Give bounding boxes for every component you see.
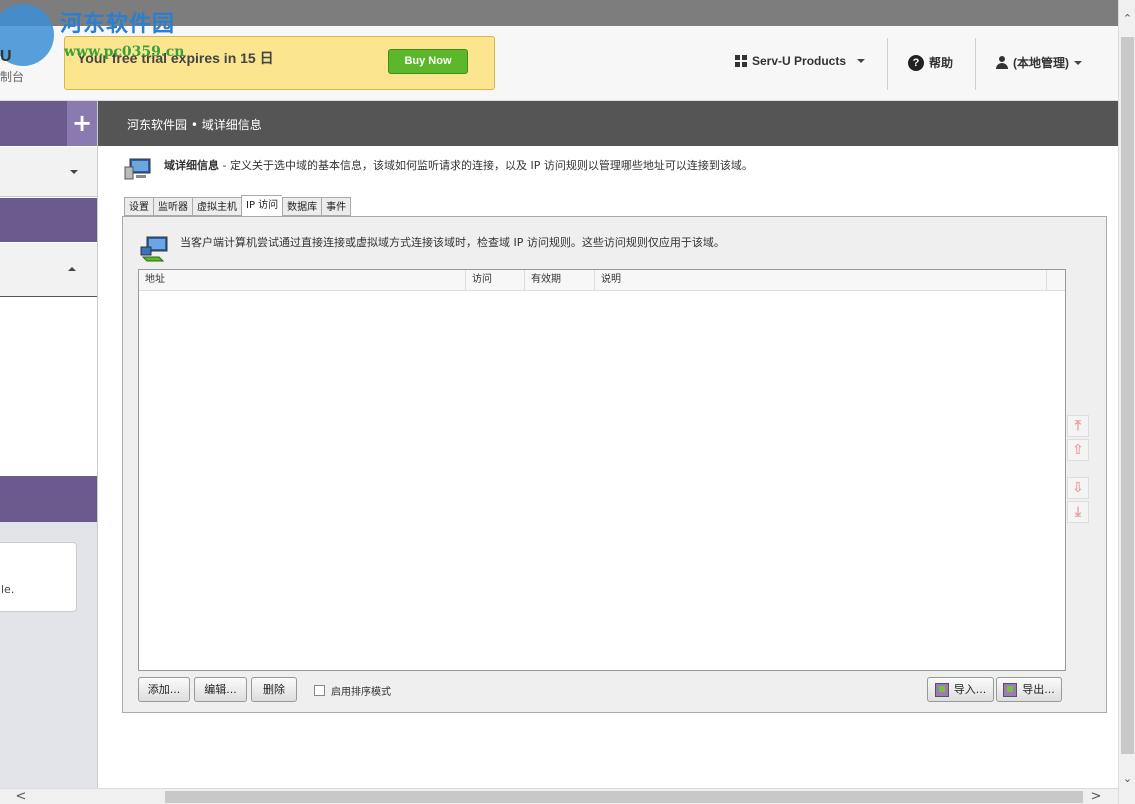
serv-u-products-menu[interactable]: Serv-U Products	[735, 54, 866, 68]
chevron-down-icon	[1074, 60, 1082, 65]
import-button[interactable]: 导入...	[927, 677, 994, 702]
move-down-button[interactable]: ⇩	[1067, 477, 1089, 499]
watermark-title: 河东软件园	[60, 11, 176, 37]
tab-settings[interactable]: 设置	[124, 197, 153, 216]
watermark-url: www.pc0359.cn	[64, 44, 185, 60]
ip-access-panel: 当客户端计算机尝试通过直接连接或虚拟域方式连接该域时，检查域 IP 访问规则。这…	[122, 216, 1107, 713]
horizontal-scroll-thumb[interactable]	[165, 791, 1083, 803]
sidebar-section-header[interactable]	[0, 198, 97, 242]
sort-mode-label: 启用排序模式	[331, 687, 391, 698]
sort-mode-checkbox[interactable]	[314, 685, 325, 696]
export-label: 导出...	[1022, 683, 1055, 696]
logo-letter: U	[0, 48, 12, 65]
import-label: 导入...	[953, 683, 987, 696]
grid-icon	[735, 55, 747, 67]
scroll-right-icon[interactable]: >	[1089, 789, 1103, 804]
export-icon	[1003, 683, 1018, 697]
help-icon: ?	[908, 54, 924, 71]
page-title-bar: 河东软件园 • 域详细信息	[98, 101, 1118, 146]
user-label: (本地管理)	[1013, 56, 1069, 70]
sidebar: + le.	[0, 101, 98, 788]
products-label: Serv-U Products	[752, 54, 847, 68]
header-divider	[887, 38, 888, 90]
scroll-left-icon[interactable]: <	[14, 789, 28, 804]
tab-listeners[interactable]: 监听器	[153, 197, 192, 216]
sidebar-card: le.	[0, 542, 77, 612]
tab-ip-access[interactable]: IP 访问	[241, 195, 283, 217]
add-icon[interactable]: +	[67, 101, 97, 146]
import-icon	[934, 683, 949, 697]
add-button[interactable]: 添加...	[138, 677, 190, 702]
help-menu[interactable]: ? 帮助	[908, 54, 953, 71]
header-divider	[975, 38, 976, 90]
domain-icon	[124, 158, 151, 180]
network-icon	[140, 236, 168, 262]
vertical-scroll-thumb[interactable]	[1121, 37, 1134, 754]
header: U 制台 Your free trial expires in 15 日 Buy…	[0, 4, 1118, 101]
move-bottom-button[interactable]: ⤓	[1067, 501, 1089, 523]
scroll-down-icon[interactable]: ⌄	[1121, 772, 1134, 786]
edit-button[interactable]: 编辑...	[194, 677, 247, 702]
column-description[interactable]: 说明	[595, 270, 1047, 291]
ip-rules-table[interactable]: 地址 访问 有效期 说明	[138, 269, 1066, 671]
user-menu[interactable]: (本地管理)	[996, 54, 1082, 71]
chevron-down-icon	[70, 170, 78, 174]
vertical-scrollbar[interactable]: ⌃ ⌄	[1118, 0, 1135, 804]
column-expiry[interactable]: 有效期	[525, 270, 595, 291]
column-access[interactable]: 访问	[466, 270, 525, 291]
tab-events[interactable]: 事件	[321, 197, 352, 216]
intro-title: 域详细信息	[164, 159, 219, 172]
tab-bar: 设置 监听器 虚拟主机 IP 访问 数据库 事件	[124, 195, 352, 217]
page-title: 河东软件园 • 域详细信息	[127, 118, 262, 132]
tab-database[interactable]: 数据库	[282, 197, 322, 216]
sidebar-dropdown[interactable]	[0, 147, 97, 197]
buy-now-button[interactable]: Buy Now	[388, 49, 468, 74]
chevron-up-icon	[68, 267, 76, 271]
action-bar: 添加... 编辑... 删除 启用排序模式 导入... 导出...	[138, 677, 1066, 703]
sort-mode-option[interactable]: 启用排序模式	[314, 683, 391, 698]
panel-description: 当客户端计算机尝试通过直接连接或虚拟域方式连接该域时，检查域 IP 访问规则。这…	[180, 236, 725, 249]
delete-button[interactable]: 删除	[251, 677, 297, 702]
move-top-button[interactable]: ⤒	[1067, 415, 1089, 437]
sidebar-dropdown-expanded[interactable]	[0, 243, 97, 297]
tab-virtual-hosts[interactable]: 虚拟主机	[192, 197, 241, 216]
scroll-up-icon[interactable]: ⌃	[1121, 12, 1134, 26]
column-address[interactable]: 地址	[139, 270, 466, 291]
table-header: 地址 访问 有效期 说明	[139, 270, 1065, 291]
sidebar-card-text: le.	[1, 583, 15, 596]
move-up-button[interactable]: ⇧	[1067, 439, 1089, 461]
help-label: 帮助	[929, 56, 954, 70]
export-button[interactable]: 导出...	[996, 677, 1062, 702]
sidebar-section-header[interactable]	[0, 476, 97, 522]
chevron-down-icon	[857, 59, 866, 63]
user-icon	[996, 56, 1008, 69]
intro-description: - 定义关于选中域的基本信息，该域如何监听请求的连接，以及 IP 访问规则以管理…	[219, 159, 753, 172]
horizontal-scrollbar[interactable]: < >	[0, 788, 1118, 804]
logo-subtitle: 制台	[0, 70, 25, 84]
intro-text: 域详细信息 - 定义关于选中域的基本信息，该域如何监听请求的连接，以及 IP 访…	[164, 157, 753, 173]
